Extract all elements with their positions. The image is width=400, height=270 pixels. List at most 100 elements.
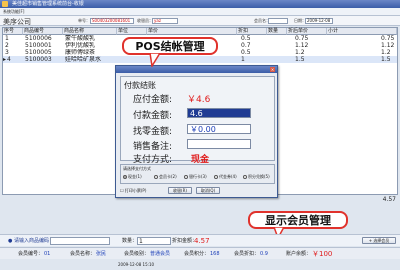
- status-bar: 2009-12-08 15:10: [0, 260, 400, 270]
- row-index: 3: [5, 49, 9, 56]
- row-subtotal: 1.2: [381, 49, 391, 56]
- member-discount-value: 0.9: [260, 251, 268, 257]
- member-discount-label: 会员折扣：: [234, 251, 260, 257]
- change-amount-field: ￥0.00: [187, 124, 251, 134]
- payment-heading: 付款结账: [124, 81, 156, 90]
- row-qty: 0.5: [241, 35, 251, 42]
- info-bar: 美序公司 单号： S00403200081601 收银员： yaz 会员名： 日…: [0, 16, 400, 26]
- sales-note-input[interactable]: [187, 139, 251, 149]
- col-header-qty: 数量: [267, 28, 287, 35]
- callout-member: 显示会员管理: [248, 211, 348, 229]
- row-index: 1: [5, 35, 9, 42]
- payment-panel: 付款结账 应付金额: ￥4.6 付款金额: 4.6 找零金额: ￥0.00 销售…: [120, 76, 275, 165]
- radio-icon: [214, 175, 218, 179]
- window-title: 美佳超市销售管理系统前台-收银: [12, 1, 84, 7]
- col-header-unit: 单位: [117, 28, 147, 35]
- payment-methods-group: 请选择支付方式 现金(1) 会员卡(2) 银行卡(3) 代金券(4) 积分兑换(…: [120, 164, 275, 184]
- cancel-button[interactable]: 取消(Q): [196, 187, 220, 194]
- method-points[interactable]: 积分兑换(5): [243, 174, 270, 180]
- member-card-label: 会员编号：: [18, 251, 44, 257]
- window-titlebar: 美佳超市销售管理系统前台-收银: [0, 0, 400, 8]
- discount-value: 4.57: [194, 237, 210, 245]
- row-qty: 0.7: [241, 42, 251, 49]
- member-balance-value: ￥100: [312, 250, 333, 258]
- row-disc-price: 1.12: [295, 42, 309, 49]
- menu-bar[interactable]: 系统功能[F]: [0, 8, 400, 16]
- callout-pos: POS结帐管理: [122, 37, 218, 55]
- order-number: S00403200081601: [90, 18, 134, 24]
- row-code: 5100001: [25, 42, 52, 49]
- member-level-value: 普通会员: [150, 251, 171, 257]
- col-header-price: 单价: [147, 28, 237, 35]
- row-disc-price: 1.5: [295, 56, 305, 63]
- radio-icon: [154, 175, 158, 179]
- order-label: 单号：: [78, 18, 90, 23]
- col-header-index: 序号: [3, 28, 23, 35]
- method-voucher[interactable]: 代金券(4): [214, 174, 237, 180]
- print-receipt-checkbox[interactable]: ☐ 打印小票(P): [120, 188, 146, 194]
- quantity-input[interactable]: 1: [137, 237, 171, 245]
- radio-icon: [243, 175, 247, 179]
- scan-label: ● 请输入商品编码: [8, 238, 49, 244]
- qty-label: 数量：: [122, 238, 138, 244]
- member-points-label: 会员积分：: [184, 251, 210, 257]
- payment-dialog[interactable]: × 付款结账 应付金额: ￥4.6 付款金额: 4.6 找零金额: ￥0.00 …: [115, 65, 278, 198]
- status-text: 2009-12-08 15:10: [118, 262, 155, 267]
- member-points-value: 168: [210, 251, 220, 257]
- callout-pos-tail: [149, 53, 161, 67]
- row-disc-price: 1.2: [295, 49, 305, 56]
- member-balance-label: 账户余额：: [286, 251, 312, 257]
- row-name: 康师傅绿茶: [65, 49, 96, 56]
- member-info-bar: 会员编号： 01 会员名称： 张民 会员级别： 普通会员 会员积分： 168 会…: [0, 247, 400, 259]
- row-index: 4: [7, 56, 11, 63]
- row-subtotal: 1.12: [381, 42, 395, 49]
- barcode-input[interactable]: [50, 237, 110, 245]
- col-header-name: 商品名称: [63, 28, 117, 35]
- member-card-value: 01: [44, 251, 51, 257]
- row-code: 5100005: [25, 49, 52, 56]
- radio-icon: [184, 175, 188, 179]
- menu-system[interactable]: 系统功能[F]: [3, 9, 24, 14]
- row-name: 蒙牛酸酸乳: [65, 35, 96, 42]
- due-label: 应付金额:: [133, 95, 173, 105]
- col-header-disc-price: 折后单价: [287, 28, 327, 35]
- due-amount: ￥4.6: [187, 95, 211, 105]
- dialog-titlebar: [116, 66, 277, 73]
- col-header-subtotal: 小计: [327, 28, 397, 35]
- member-level-label: 会员级别：: [124, 251, 150, 257]
- paid-amount-input[interactable]: 4.6: [187, 108, 251, 118]
- row-subtotal: 0.75: [381, 35, 395, 42]
- row-code: 5100006: [25, 35, 52, 42]
- paid-label: 付款金额:: [133, 111, 173, 121]
- member-name-value: 张民: [96, 251, 107, 257]
- checkout-button[interactable]: 收银(R): [168, 187, 192, 194]
- method-bank-card[interactable]: 银行卡(3): [184, 174, 207, 180]
- table-row-selected[interactable]: ▸ 4 5100003 娃哈哈矿泉水 1 1.5 1.5: [3, 56, 397, 63]
- col-header-discount: 折扣: [237, 28, 267, 35]
- row-subtotal: 1.5: [381, 56, 391, 63]
- row-name: 伊利优酸乳: [65, 42, 96, 49]
- col-header-code: 商品编号: [23, 28, 63, 35]
- row-qty: 1: [241, 56, 245, 63]
- table-total: 4.57: [382, 196, 396, 203]
- row-disc-price: 0.75: [295, 35, 309, 42]
- operator-label: 收银员：: [137, 18, 153, 23]
- operator-name: yaz: [152, 18, 178, 24]
- select-member-button[interactable]: + 选择会员: [362, 237, 396, 244]
- row-qty: 0.5: [241, 49, 251, 56]
- note-label: 销售备注:: [133, 142, 173, 152]
- input-bar: ● 请输入商品编码 数量： 1 折扣金额： 4.57 + 选择会员: [0, 234, 400, 246]
- change-label: 找零金额:: [133, 127, 173, 137]
- close-icon[interactable]: ×: [270, 67, 275, 72]
- member-name-label: 会员名称：: [70, 251, 96, 257]
- method-member-card[interactable]: 会员卡(2): [154, 174, 177, 180]
- row-code: 5100003: [25, 56, 52, 63]
- row-name: 娃哈哈矿泉水: [65, 56, 102, 63]
- row-index: 2: [5, 42, 9, 49]
- method-cash[interactable]: 现金(1): [123, 174, 142, 180]
- date-field: 2009-12-08: [305, 18, 333, 24]
- member-field: [268, 18, 288, 24]
- company-name: 美序公司: [3, 18, 31, 26]
- methods-title: 请选择支付方式: [123, 166, 151, 171]
- app-icon: [2, 1, 8, 7]
